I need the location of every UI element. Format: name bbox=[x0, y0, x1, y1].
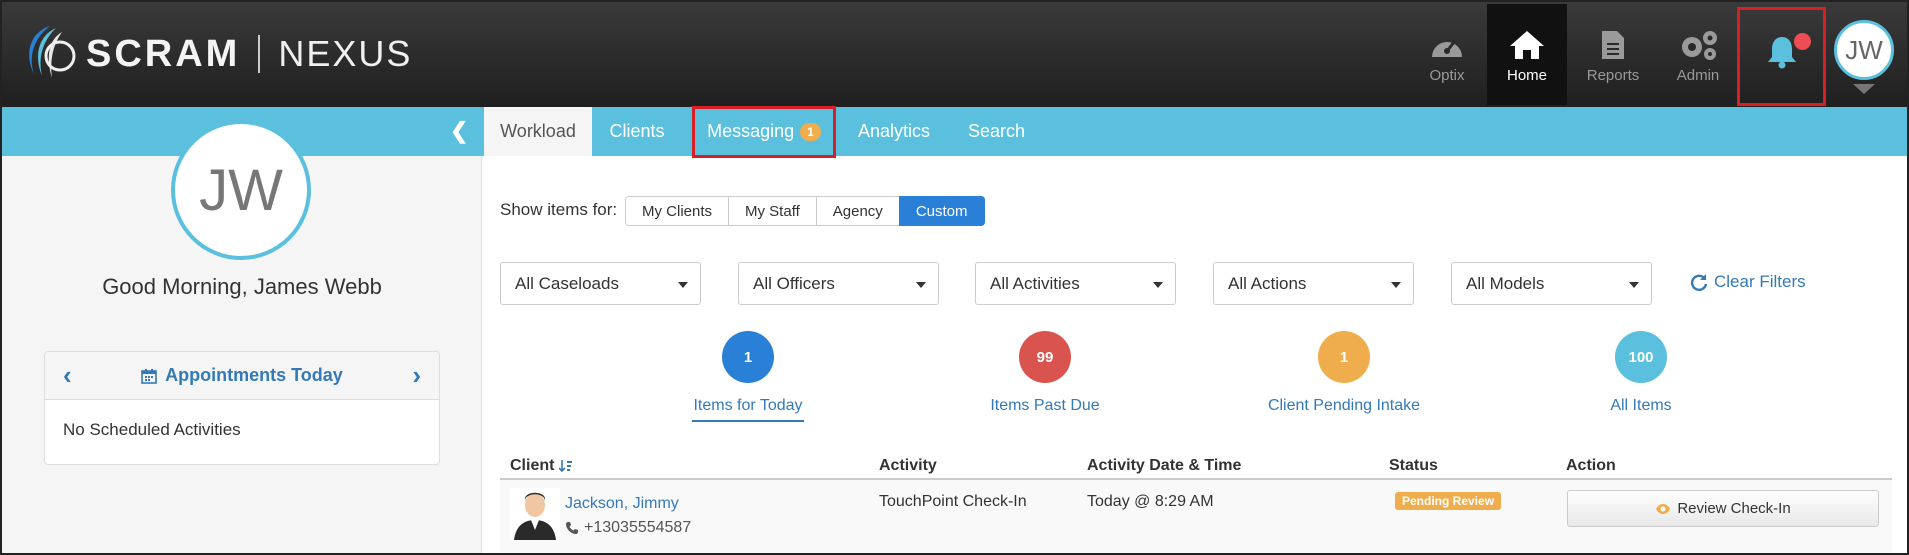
logo[interactable]: SCRAM NEXUS bbox=[20, 22, 412, 86]
tab-analytics[interactable]: Analytics bbox=[847, 107, 941, 156]
nav-home[interactable]: Home bbox=[1487, 4, 1567, 105]
activities-select[interactable]: All Activities bbox=[975, 262, 1176, 305]
next-day-icon[interactable]: › bbox=[412, 360, 421, 391]
document-icon bbox=[1602, 31, 1624, 59]
gears-icon bbox=[1682, 31, 1717, 60]
status-badge: Pending Review bbox=[1395, 492, 1502, 510]
app-frame: SCRAM NEXUS Optix Home Reports Admin JW … bbox=[0, 0, 1909, 555]
scram-logo-icon bbox=[29, 26, 76, 78]
brand-name: SCRAM bbox=[86, 32, 241, 75]
caret-down-icon bbox=[678, 282, 688, 288]
scope-selector: My Clients My Staff Agency Custom bbox=[625, 196, 985, 226]
home-icon bbox=[1510, 31, 1544, 59]
stat-label: Client Pending Intake bbox=[1267, 397, 1421, 414]
eye-icon bbox=[1656, 503, 1671, 514]
officers-select-value: All Officers bbox=[753, 273, 835, 293]
stat-items-past-due[interactable]: 99 Items Past Due bbox=[965, 331, 1125, 415]
stat-circle: 1 bbox=[1318, 331, 1370, 383]
stat-label: Items Past Due bbox=[990, 397, 1100, 414]
stat-label: Items for Today bbox=[693, 397, 803, 414]
client-phone-number: +13035554587 bbox=[584, 519, 692, 536]
user-avatar[interactable]: JW bbox=[1834, 20, 1894, 80]
review-check-in-label: Review Check-In bbox=[1677, 500, 1791, 517]
appointments-title-text: Appointments Today bbox=[165, 365, 343, 385]
stat-label: All Items bbox=[1610, 397, 1672, 414]
nav-reports-label: Reports bbox=[1586, 67, 1640, 84]
nav-home-label: Home bbox=[1506, 67, 1547, 84]
table-row: Jackson, Jimmy +13035554587 TouchPoint C… bbox=[500, 480, 1892, 553]
activity-cell: TouchPoint Check-In bbox=[879, 493, 1027, 510]
client-photo bbox=[510, 488, 560, 540]
col-client-label: Client bbox=[510, 457, 555, 474]
tab-search[interactable]: Search bbox=[954, 107, 1039, 156]
gauge-icon bbox=[1432, 40, 1462, 57]
caret-down-icon bbox=[1391, 282, 1401, 288]
nav-admin-label: Admin bbox=[1676, 67, 1720, 84]
phone-icon bbox=[566, 522, 578, 534]
appointments-header: ‹ Appointments Today › bbox=[45, 352, 439, 400]
stat-all-items[interactable]: 100 All Items bbox=[1561, 331, 1721, 415]
col-datetime[interactable]: Activity Date & Time bbox=[1087, 457, 1241, 475]
nav-admin[interactable]: Admin bbox=[1658, 4, 1738, 105]
client-phone: +13035554587 bbox=[565, 519, 691, 537]
models-select[interactable]: All Models bbox=[1451, 262, 1652, 305]
logo-divider bbox=[258, 35, 261, 73]
col-action: Action bbox=[1566, 457, 1616, 474]
col-activity[interactable]: Activity bbox=[879, 457, 937, 475]
appointments-title: Appointments Today bbox=[141, 365, 343, 386]
nav-reports[interactable]: Reports bbox=[1573, 4, 1653, 105]
scope-my-clients[interactable]: My Clients bbox=[625, 196, 730, 226]
scope-custom[interactable]: Custom bbox=[898, 196, 985, 226]
nav-optix[interactable]: Optix bbox=[1407, 4, 1487, 105]
client-name-link[interactable]: Jackson, Jimmy bbox=[565, 495, 679, 513]
tab-workload[interactable]: Workload bbox=[484, 107, 592, 156]
appointments-empty: No Scheduled Activities bbox=[63, 420, 241, 439]
show-items-label: Show items for: bbox=[500, 200, 618, 219]
caret-down-icon bbox=[1629, 282, 1639, 288]
collapse-sidebar-icon[interactable]: ❮ bbox=[450, 118, 468, 144]
caret-down-icon bbox=[1153, 282, 1163, 288]
table-header: Client Activity Activity Date & Time Sta… bbox=[500, 454, 1892, 480]
caseloads-select[interactable]: All Caseloads bbox=[500, 262, 701, 305]
scope-agency[interactable]: Agency bbox=[815, 196, 900, 226]
clear-filters-label: Clear Filters bbox=[1714, 272, 1806, 291]
appointments-card: ‹ Appointments Today › No Scheduled Acti… bbox=[44, 351, 440, 465]
nav-optix-label: Optix bbox=[1429, 67, 1465, 84]
stat-circle: 1 bbox=[722, 331, 774, 383]
calendar-icon bbox=[141, 368, 157, 384]
caret-down-icon bbox=[916, 282, 926, 288]
stat-pending-intake[interactable]: 1 Client Pending Intake bbox=[1264, 331, 1424, 415]
models-select-value: All Models bbox=[1466, 273, 1545, 293]
actions-select[interactable]: All Actions bbox=[1213, 262, 1414, 305]
col-client[interactable]: Client bbox=[510, 457, 573, 475]
stat-circle: 99 bbox=[1019, 331, 1071, 383]
scope-my-staff[interactable]: My Staff bbox=[728, 196, 817, 226]
review-check-in-button[interactable]: Review Check-In bbox=[1567, 490, 1879, 527]
profile-avatar: JW bbox=[171, 120, 311, 260]
actions-select-value: All Actions bbox=[1228, 273, 1307, 293]
product-name: NEXUS bbox=[278, 33, 413, 74]
messaging-highlight bbox=[692, 106, 836, 158]
datetime-cell: Today @ 8:29 AM bbox=[1087, 493, 1214, 510]
notification-dot bbox=[1794, 33, 1811, 50]
prev-day-icon[interactable]: ‹ bbox=[63, 360, 72, 391]
officers-select[interactable]: All Officers bbox=[738, 262, 939, 305]
person-photo-icon bbox=[514, 492, 556, 540]
refresh-icon bbox=[1690, 274, 1708, 291]
caseloads-select-value: All Caseloads bbox=[515, 273, 619, 293]
top-bar: SCRAM NEXUS Optix Home Reports Admin JW bbox=[2, 2, 1907, 107]
stat-items-today[interactable]: 1 Items for Today bbox=[668, 331, 828, 415]
user-menu-caret[interactable] bbox=[1853, 84, 1875, 94]
col-status[interactable]: Status bbox=[1389, 457, 1438, 475]
notifications-button[interactable] bbox=[1737, 7, 1826, 106]
tab-clients[interactable]: Clients bbox=[592, 107, 682, 156]
sort-icon bbox=[559, 460, 573, 473]
stat-circle: 100 bbox=[1615, 331, 1667, 383]
greeting-text: Good Morning, James Webb bbox=[102, 274, 382, 299]
activities-select-value: All Activities bbox=[990, 273, 1080, 293]
active-stat-underline bbox=[692, 420, 804, 422]
clear-filters-link[interactable]: Clear Filters bbox=[1690, 272, 1806, 292]
